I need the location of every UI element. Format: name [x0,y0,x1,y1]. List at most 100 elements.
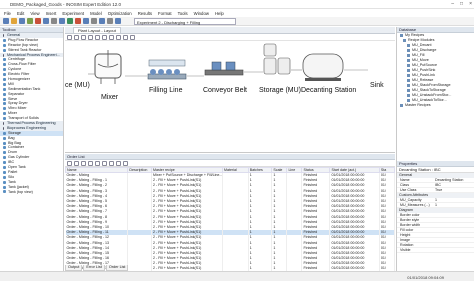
menu-item-model[interactable]: Model [90,11,102,16]
toolbar-button-11[interactable] [83,18,89,24]
order-tool-button-5[interactable] [95,160,100,166]
layout-tool-button-8[interactable] [116,34,121,40]
order-list-panel: Order List Name Description Master recipe M… [64,154,396,272]
toolbar-button-4[interactable] [27,18,33,24]
property-key: Rotation [400,243,414,247]
toolbar-button-13[interactable] [99,18,105,24]
recipe-icon [407,64,410,67]
order-tool-button-9[interactable] [123,160,128,166]
minimize-icon[interactable]: – [451,1,454,7]
order-table: Name Description Master recipe Material Batc… [64,167,396,272]
mixer-unit[interactable] [94,50,122,84]
order-tool-button-3[interactable] [81,160,86,166]
menu-item-file[interactable]: File [4,11,11,16]
layout-tool-button-4[interactable] [88,34,93,40]
tool-icon [3,151,6,155]
toolbar-button-3[interactable] [19,18,25,24]
property-key: Image [400,238,410,242]
toolbox-item[interactable]: Tank (top view) [0,190,63,195]
toolbar-button-8[interactable] [59,18,65,24]
menu-item-edit[interactable]: Edit [17,11,24,16]
property-key: Use Class [400,188,417,192]
property-value[interactable] [435,223,474,227]
property-value[interactable] [435,228,474,232]
toolbar-button-5[interactable] [35,18,41,24]
tool-icon [3,38,6,42]
filling-line-unit[interactable] [147,59,187,80]
unit-label-storage: Storage (MU) [259,87,302,94]
menu-item-help[interactable]: Help [215,11,224,16]
toolbar-button-6[interactable] [43,18,49,24]
property-value[interactable] [435,213,474,217]
property-value[interactable] [435,248,474,252]
maximize-icon[interactable]: □ [460,1,463,7]
property-value[interactable]: IBC [435,183,474,187]
layout-tool-button-1[interactable] [67,34,72,40]
property-value[interactable] [435,233,474,237]
layout-tool-button-7[interactable] [109,34,114,40]
tool-icon [3,68,6,72]
tool-icon [3,48,6,52]
conveyor-belt-unit[interactable] [204,61,244,76]
toolbar-button-9[interactable] [67,18,73,24]
recipe-icon [407,74,410,77]
toolbar-button-12[interactable] [91,18,97,24]
decanting-station-unit[interactable] [302,53,344,81]
property-value[interactable]: 1 [435,198,474,202]
tool-icon [3,112,6,116]
menu-item-results[interactable]: Results [138,11,152,16]
toolbar-button-15[interactable] [115,18,121,24]
storage-unit[interactable] [263,43,291,75]
layout-tool-button-2[interactable] [74,34,79,40]
menu-item-experiment[interactable]: Experiment [62,11,84,16]
tool-icon [3,141,6,145]
property-value[interactable] [435,243,474,247]
order-tool-button-1[interactable] [67,160,72,166]
menu-bar: File Edit View Insert Experiment Model Optimiz… [0,9,474,17]
order-tool-button-6[interactable] [102,160,107,166]
menu-item-window[interactable]: Window [194,11,209,16]
tool-icon [3,97,6,101]
toolbar-button-10[interactable] [75,18,81,24]
unit-label-source: ce (MU) [65,82,90,89]
recipe-icon [407,89,410,92]
property-value[interactable]: Decanting Station [435,178,474,182]
menu-item-optimization[interactable]: Optimization [108,11,132,16]
tool-icon [3,180,6,184]
property-key: Border width [400,223,421,227]
layout-tool-button-3[interactable] [81,34,86,40]
menu-item-tools[interactable]: Tools [178,11,188,16]
order-tool-button-8[interactable] [116,160,121,166]
menu-item-insert[interactable]: Insert [46,11,57,16]
property-row[interactable]: Visible [397,248,474,253]
order-tool-button-2[interactable] [74,160,79,166]
menu-item-format[interactable]: Format [158,11,172,16]
property-value[interactable]: True [435,188,474,192]
tab-plant-layout[interactable]: Plant Layout - Layout [73,27,121,33]
toolbar-button-2[interactable] [11,18,17,24]
tool-icon [3,190,6,194]
property-value[interactable] [435,238,474,242]
toolbar-button-7[interactable] [51,18,57,24]
order-tool-button-4[interactable] [88,160,93,166]
layout-tool-button-9[interactable] [123,34,128,40]
close-icon[interactable]: × [469,1,472,7]
table-cell: Mixer + PutSource + Discharge + Fill/Lin… [151,172,223,178]
tool-icon [3,165,6,169]
menu-item-view[interactable]: View [30,11,39,16]
toolbar-button-14[interactable] [107,18,113,24]
property-value[interactable]: 1 [435,203,474,207]
tool-icon [3,136,6,140]
layout-canvas[interactable]: ce (MU) Mixer Filling Line Conveyor Belt… [65,42,395,153]
property-value[interactable] [435,218,474,222]
layout-tool-button-5[interactable] [95,34,100,40]
layout-tool-button-6[interactable] [102,34,107,40]
experiment-select[interactable]: Experiment 2 - Discharging + Filling [134,18,236,25]
folder-icon [400,104,403,107]
tool-icon [3,117,6,121]
toolbar-button-1[interactable] [3,18,9,24]
layout-tool-button-10[interactable] [130,34,135,40]
order-tool-button-7[interactable] [109,160,114,166]
database-item[interactable]: Master Recipes [397,103,474,108]
window-title: DEMO_Packaged_Goods - INOSIM Expert Edit… [10,2,122,7]
